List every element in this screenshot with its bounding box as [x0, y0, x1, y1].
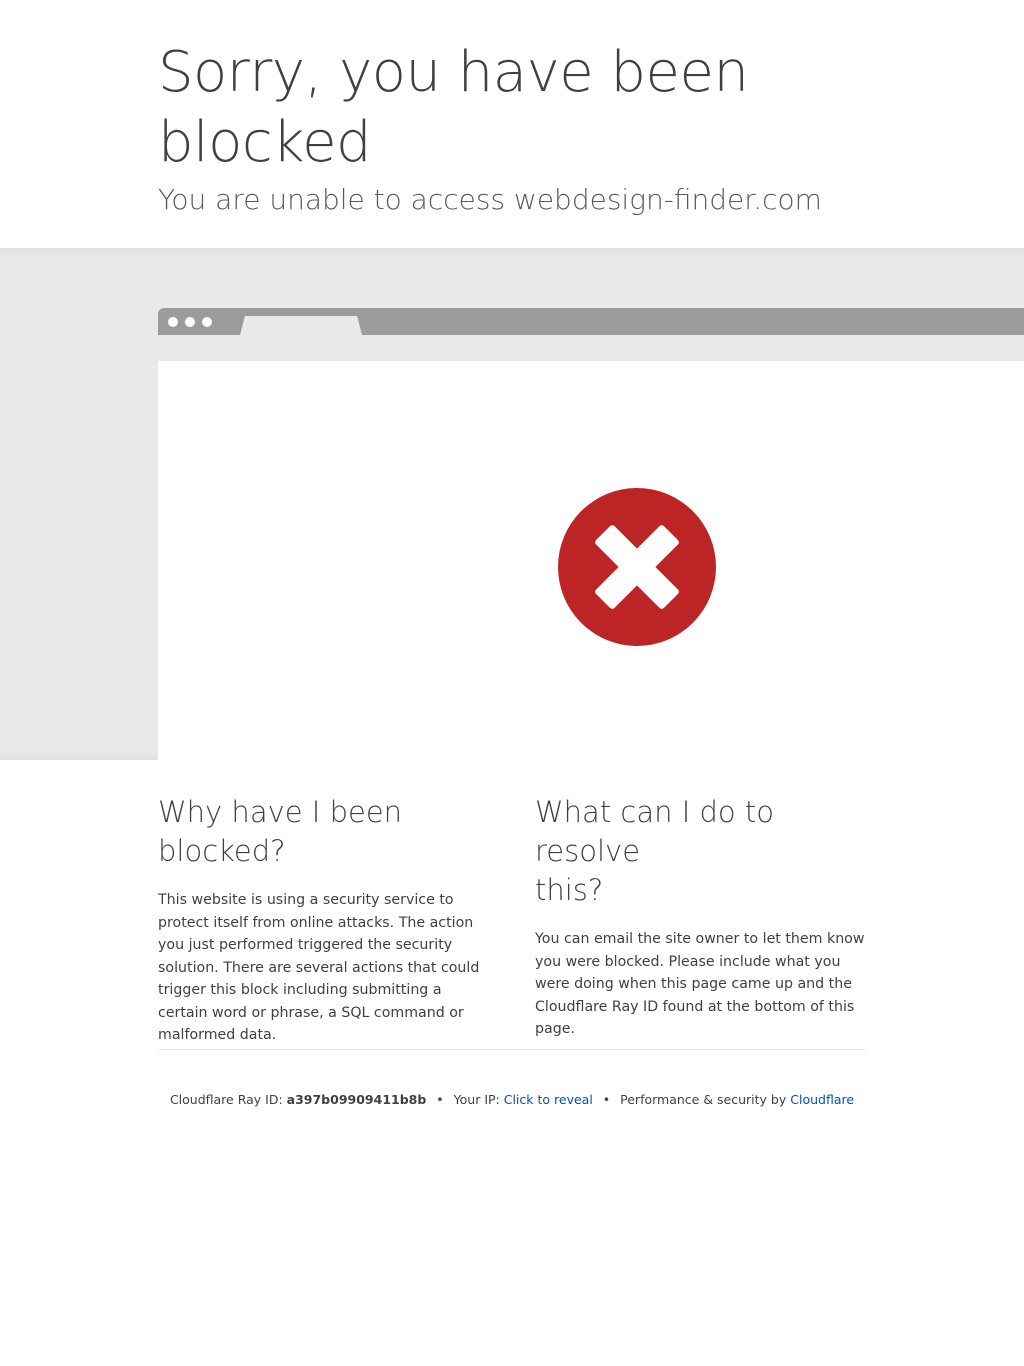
- why-blocked-heading-line-1: Why have I been: [158, 795, 403, 829]
- error-x-icon: [558, 488, 716, 646]
- footer-divider: [158, 1049, 866, 1050]
- ray-id-label: Cloudflare Ray ID:: [169, 1092, 283, 1107]
- cloudflare-link[interactable]: Cloudflare: [790, 1092, 854, 1107]
- browser-illustration-window: [158, 361, 1024, 760]
- ray-id-value: a397b09909411b8b: [286, 1092, 427, 1107]
- browser-dot-icon: [185, 317, 195, 327]
- browser-illustration-bar: [158, 308, 1024, 335]
- page-title-line-2: blocked: [158, 110, 372, 175]
- resolve-text: You can email the site owner to let them…: [535, 931, 865, 1037]
- resolve-section: What can I do to resolve this? You can e…: [535, 793, 865, 1041]
- browser-dot-icon: [168, 317, 178, 327]
- browser-dot-icon: [202, 317, 212, 327]
- page-title-line-1: Sorry, you have been: [158, 40, 749, 105]
- resolve-heading: What can I do to resolve this?: [535, 793, 865, 910]
- page-subtitle: You are unable to access webdesign-finde…: [158, 183, 822, 216]
- reveal-ip-link[interactable]: Click to reveal: [504, 1092, 593, 1107]
- why-blocked-heading: Why have I been blocked?: [158, 793, 488, 871]
- footer-separator: •: [602, 1092, 611, 1107]
- footer-separator: •: [436, 1092, 444, 1107]
- why-blocked-text: This website is using a security service…: [158, 892, 480, 1043]
- browser-tab-shape: [240, 316, 362, 335]
- performance-label: Performance & security by: [620, 1092, 787, 1107]
- why-blocked-heading-line-2: blocked?: [158, 834, 286, 868]
- footer: Cloudflare Ray ID: a397b09909411b8b • Yo…: [0, 1091, 1024, 1109]
- page-title: Sorry, you have been blocked: [158, 38, 978, 178]
- page-header: Sorry, you have been blocked: [158, 38, 978, 178]
- ip-label: Your IP:: [453, 1092, 500, 1107]
- why-blocked-section: Why have I been blocked? This website is…: [158, 793, 488, 1047]
- resolve-heading-line-1: What can I do to resolve: [535, 795, 774, 868]
- resolve-heading-line-2: this?: [535, 873, 604, 907]
